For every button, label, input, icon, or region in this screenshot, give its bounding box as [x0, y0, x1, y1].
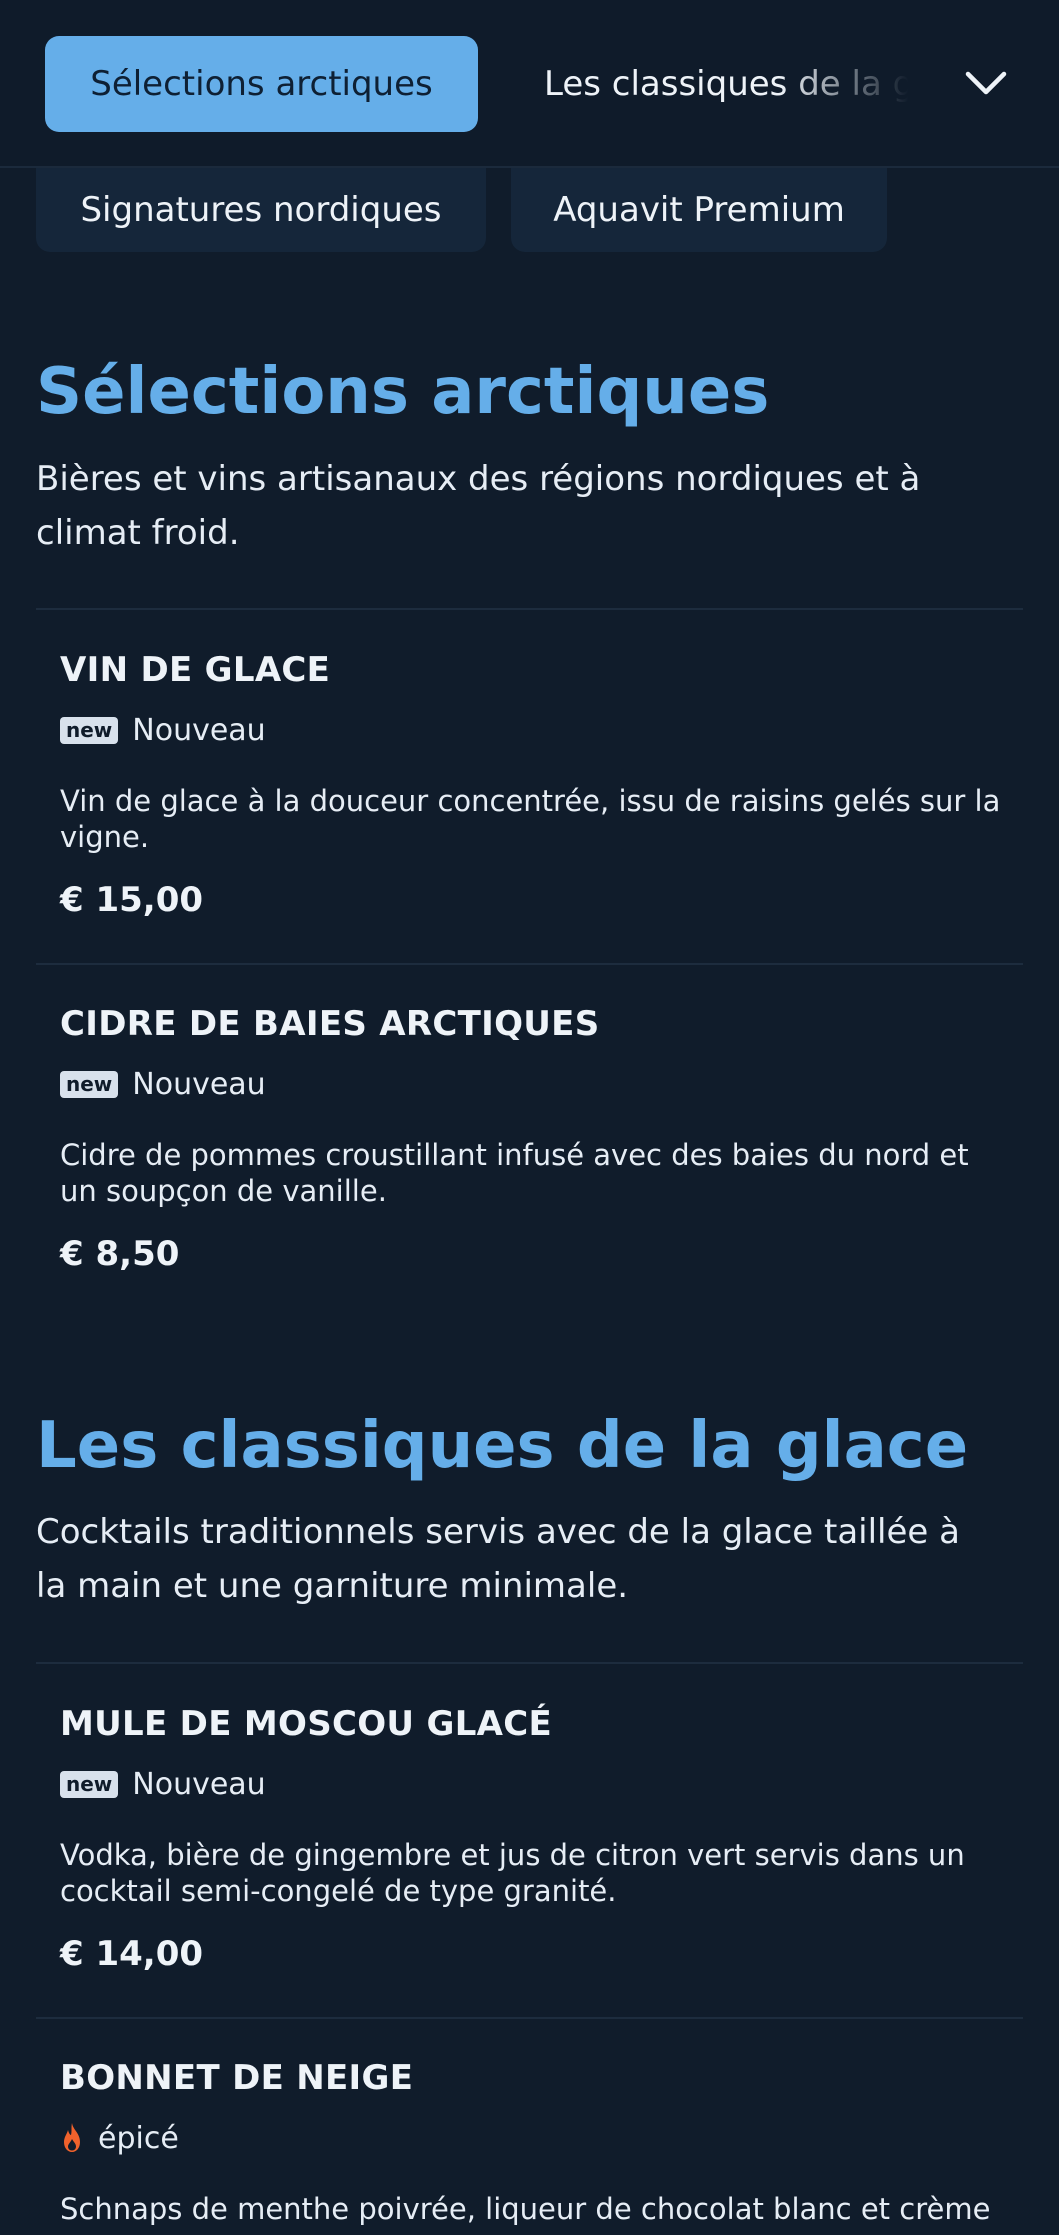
tab-selections-arctiques[interactable]: Sélections arctiques	[45, 36, 478, 132]
item-description: Vin de glace à la douceur concentrée, is…	[60, 784, 1001, 854]
divider	[36, 963, 1023, 965]
tab-classiques-de-la-glace[interactable]: Les classiques de la glace	[544, 36, 924, 132]
item-tag-row: épicé	[60, 2120, 179, 2156]
category-tab-bar: Sélections arctiques Les classiques de l…	[0, 0, 1059, 168]
item-name: VIN DE GLACE	[60, 650, 331, 690]
item-tag: Nouveau	[132, 1766, 266, 1802]
flame-icon	[64, 2123, 80, 2152]
item-description: Schnaps de menthe poivrée, liqueur de ch…	[60, 2192, 991, 2226]
new-badge: new	[60, 1770, 119, 1798]
item-tag-row: new Nouveau	[60, 712, 266, 748]
item-description: Vodka, bière de gingembre et jus de citr…	[60, 1838, 965, 1908]
item-name: MULE DE MOSCOU GLACÉ	[60, 1704, 553, 1744]
item-name: CIDRE DE BAIES ARCTIQUES	[60, 1004, 600, 1044]
item-tag-row: new Nouveau	[60, 1766, 266, 1802]
new-badge: new	[60, 1070, 119, 1098]
chip-aquavit-premium[interactable]: Aquavit Premium	[511, 168, 887, 252]
category-chips: Signatures nordiques Aquavit Premium	[0, 168, 1059, 254]
item-description: Cidre de pommes croustillant infusé avec…	[60, 1138, 969, 1208]
item-name: BONNET DE NEIGE	[60, 2058, 414, 2098]
item-price: € 15,00	[60, 880, 204, 920]
divider	[36, 2017, 1023, 2019]
divider	[36, 1662, 1023, 1664]
section-title: Les classiques de la glace	[36, 1409, 969, 1483]
chevron-down-icon[interactable]	[960, 58, 1012, 110]
section-description: Cocktails traditionnels servis avec de l…	[36, 1512, 960, 1606]
item-tag-row: new Nouveau	[60, 1066, 266, 1102]
item-tag: épicé	[98, 2120, 179, 2156]
section-description: Bières et vins artisanaux des régions no…	[36, 459, 921, 553]
new-badge: new	[60, 716, 119, 744]
chip-signatures-nordiques[interactable]: Signatures nordiques	[36, 168, 486, 252]
item-price: € 8,50	[60, 1234, 180, 1274]
section-title: Sélections arctiques	[36, 355, 770, 429]
item-tag: Nouveau	[132, 712, 266, 748]
item-price: € 14,00	[60, 1934, 204, 1974]
divider	[36, 608, 1023, 610]
item-tag: Nouveau	[132, 1066, 266, 1102]
